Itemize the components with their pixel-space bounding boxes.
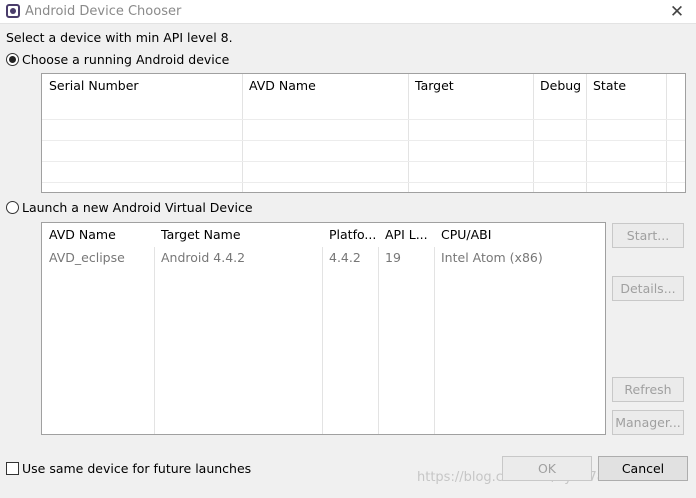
avd-name-cell: AVD_eclipse [49, 250, 125, 265]
row-divider [42, 140, 685, 141]
api-level-prompt: Select a device with min API level 8. [6, 30, 233, 45]
column-divider [533, 74, 534, 192]
column-header-avd-name[interactable]: AVD Name [242, 74, 408, 98]
table-row[interactable]: AVD_eclipse Android 4.4.2 4.4.2 19 Intel… [42, 247, 605, 269]
column-divider [242, 74, 243, 192]
manager-button[interactable]: Manager... [612, 410, 684, 435]
column-divider [586, 74, 587, 192]
column-divider [666, 74, 667, 192]
column-divider [322, 247, 323, 434]
api-level-cell: 19 [385, 250, 401, 265]
row-divider [42, 119, 685, 120]
column-divider [378, 247, 379, 434]
start-button[interactable]: Start... [612, 223, 684, 248]
launch-avd-radio-label: Launch a new Android Virtual Device [22, 200, 253, 215]
ok-button[interactable]: OK [502, 456, 592, 481]
table-header: Serial Number AVD Name Target Debug Stat… [42, 74, 685, 98]
column-header-platform[interactable]: Platfo... [322, 223, 378, 247]
same-device-checkbox[interactable] [6, 462, 19, 475]
details-button[interactable]: Details... [612, 276, 684, 301]
column-header-target[interactable]: Target [408, 74, 533, 98]
row-divider [42, 161, 685, 162]
table-header: AVD Name Target Name Platfo... API L... … [42, 223, 605, 247]
cpu-abi-cell: Intel Atom (x86) [441, 250, 543, 265]
running-devices-table[interactable]: Serial Number AVD Name Target Debug Stat… [41, 73, 686, 193]
title-bar: Android Device Chooser ✕ [0, 0, 696, 24]
target-name-cell: Android 4.4.2 [161, 250, 246, 265]
cancel-button[interactable]: Cancel [598, 456, 688, 481]
column-divider [434, 247, 435, 434]
column-header-cpu-abi[interactable]: CPU/ABI [434, 223, 605, 247]
column-header-serial-number[interactable]: Serial Number [42, 74, 242, 98]
column-header-api-level[interactable]: API L... [378, 223, 434, 247]
column-divider [154, 247, 155, 434]
running-device-radio-label: Choose a running Android device [22, 52, 230, 67]
column-header-state[interactable]: State [586, 74, 666, 98]
launch-avd-radio[interactable] [6, 201, 19, 214]
close-button[interactable]: ✕ [664, 1, 690, 23]
same-device-checkbox-label: Use same device for future launches [22, 461, 252, 476]
avd-table[interactable]: AVD Name Target Name Platfo... API L... … [41, 222, 606, 435]
platform-cell: 4.4.2 [329, 250, 361, 265]
eclipse-app-icon [6, 4, 20, 18]
column-header-debug[interactable]: Debug [533, 74, 586, 98]
column-header-target-name[interactable]: Target Name [154, 223, 322, 247]
column-divider [408, 74, 409, 192]
running-device-radio[interactable] [6, 53, 19, 66]
row-divider [42, 182, 685, 183]
refresh-button[interactable]: Refresh [612, 377, 684, 402]
column-header-avd-name[interactable]: AVD Name [42, 223, 154, 247]
window-title: Android Device Chooser [25, 4, 182, 19]
